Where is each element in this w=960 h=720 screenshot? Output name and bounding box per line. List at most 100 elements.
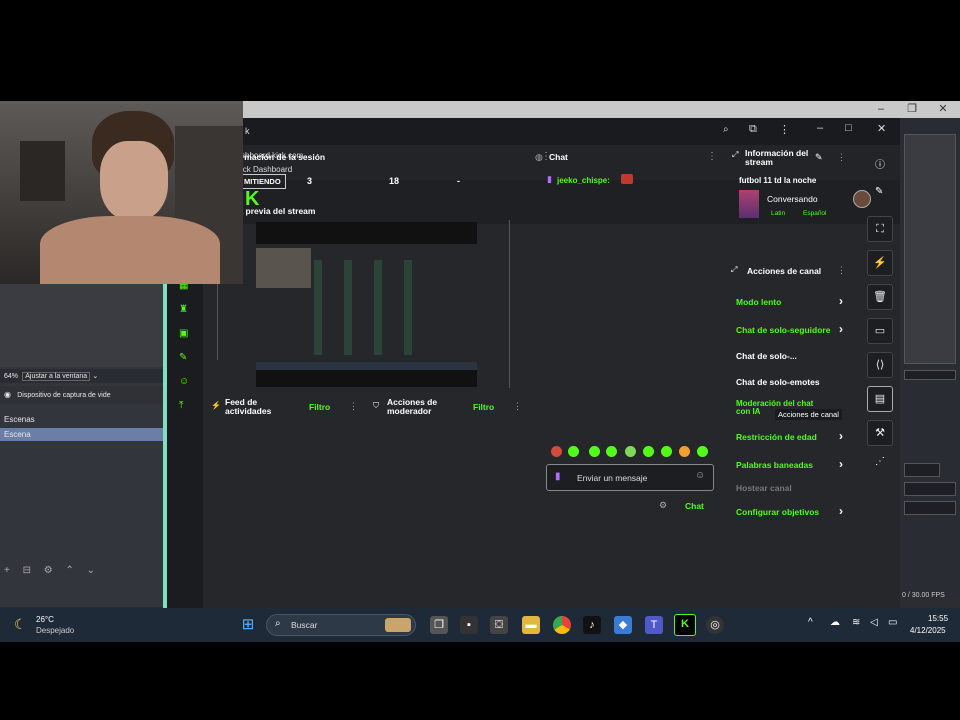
tab-title[interactable]: k — [245, 126, 250, 136]
chevron-right-icon[interactable]: › — [839, 504, 843, 518]
windows-start-icon[interactable]: ⊞ — [239, 616, 257, 634]
emote-bar[interactable] — [551, 446, 711, 458]
chevron-right-icon[interactable]: › — [839, 322, 843, 336]
message-placeholder: Enviar un mensaje — [577, 473, 648, 483]
battery-icon[interactable]: ▭ — [888, 617, 897, 628]
settings-icon[interactable]: ⚙ — [659, 500, 667, 511]
maximize-icon[interactable]: ❐ — [901, 103, 923, 116]
obs-icon[interactable]: ◎ — [706, 616, 724, 634]
search-icon[interactable]: ⌕ — [723, 124, 729, 135]
tag-latin[interactable]: Latin — [771, 210, 785, 217]
action-emotes-only[interactable]: Chat de solo-emotes — [736, 377, 820, 387]
weather-desc[interactable]: Despejado — [36, 626, 74, 635]
chat-bubble-icon: ◍ — [535, 152, 543, 162]
chevron-right-icon[interactable]: › — [839, 457, 843, 471]
shield-icon: ⛉ — [373, 401, 379, 410]
close-icon[interactable]: ✕ — [877, 122, 886, 135]
trophy-icon[interactable]: ♜ — [179, 304, 188, 315]
comment-icon[interactable]: ▭ — [867, 318, 893, 344]
category-thumbnail — [739, 190, 759, 218]
status-badge: MITIENDO — [239, 174, 286, 189]
minimize-icon[interactable]: – — [870, 103, 892, 116]
tag-espanol[interactable]: Español — [803, 210, 827, 217]
chevron-up-icon[interactable]: ^ — [808, 617, 813, 628]
camera-icon: ◉ — [4, 390, 11, 399]
action-goals[interactable]: Configurar objetivos — [736, 507, 819, 517]
file-explorer-icon[interactable]: ▬ — [522, 616, 540, 634]
moon-icon: ☾ — [14, 616, 27, 632]
scene-item[interactable]: Escena — [0, 428, 163, 441]
weather-temp[interactable]: 26°C — [36, 615, 54, 624]
more-icon[interactable]: ⋮ — [837, 152, 846, 163]
action-followers-only[interactable]: Chat de solo-seguidore — [736, 325, 830, 335]
stream-preview[interactable] — [256, 222, 477, 387]
wrench-icon[interactable]: ✎ — [179, 352, 187, 363]
obs-left-panel: 64% Ajustar a la ventana ⌄ ◉ Dispositivo… — [0, 367, 163, 607]
more-icon[interactable]: ⋮ — [349, 401, 358, 412]
chat-send-button[interactable]: Chat — [685, 501, 704, 511]
close-icon[interactable]: ✕ — [932, 103, 954, 116]
source-name[interactable]: Dispositivo de captura de vide — [17, 392, 110, 399]
action-age-restriction[interactable]: Restricción de edad — [736, 432, 817, 442]
browser-window: k ⌕ ⧉ ⋮ – □ ✕ shboard.kick.com ick Dashb… — [163, 118, 900, 608]
more-icon[interactable]: ⋮ — [707, 151, 717, 162]
wifi-icon[interactable]: ≋ — [852, 617, 860, 628]
search-input[interactable]: ⌕ Buscar — [266, 614, 416, 636]
chat-username[interactable]: jeeko_chispe: — [557, 176, 610, 185]
cloud-icon[interactable]: ☁ — [830, 617, 840, 628]
chevron-right-icon[interactable]: › — [839, 429, 843, 443]
trash-icon[interactable]: 🗑 — [867, 284, 893, 310]
tiktok-icon[interactable]: ♪ — [583, 616, 601, 634]
video-icon[interactable]: ▣ — [179, 328, 188, 339]
teams-icon[interactable]: T — [645, 616, 663, 634]
code-icon[interactable]: ⟨⟩ — [867, 352, 893, 378]
kick-app-icon[interactable]: K — [674, 614, 696, 636]
fps-label: 0 / 30.00 FPS — [902, 592, 945, 599]
fit-window-select[interactable]: Ajustar a la ventana — [22, 372, 91, 381]
pencil-icon[interactable]: ✎ — [875, 186, 883, 197]
store-icon[interactable]: ⛋ — [490, 616, 508, 634]
chevron-right-icon[interactable]: › — [839, 294, 843, 308]
volume-icon[interactable]: ◁ — [870, 617, 878, 628]
fullscreen-icon[interactable]: ⛶ — [867, 216, 893, 242]
wrench-icon[interactable]: ⚒ — [867, 420, 893, 446]
expand-icon[interactable]: ⤢ — [731, 265, 737, 275]
chrome-icon[interactable] — [553, 616, 571, 634]
taskbar: ☾ 26°C Despejado ⊞ ⌕ Buscar ❐ ▪ ⛋ ▬ ♪ ◆ … — [0, 608, 960, 642]
session-title: rmación de la sesión — [241, 152, 326, 162]
minimize-icon[interactable]: – — [817, 122, 823, 134]
users-icon[interactable]: ☺ — [179, 376, 189, 387]
action-subs-only[interactable]: Chat de solo-... — [736, 351, 797, 361]
maximize-icon[interactable]: □ — [845, 122, 852, 134]
scene-toolbar[interactable]: + ⊟ ⚙ ⌃ ⌄ — [0, 565, 163, 579]
mic-icon: ▮ — [555, 471, 561, 482]
activity-filter-button[interactable]: Filtro — [309, 402, 330, 412]
chevron-down-icon[interactable]: ⌄ — [92, 373, 98, 380]
avatar[interactable] — [853, 190, 871, 208]
stat-viewers: 3 — [307, 176, 313, 186]
more-icon[interactable]: ⋮ — [513, 401, 522, 412]
mod-filter-button[interactable]: Filtro — [473, 402, 494, 412]
action-banned-words[interactable]: Palabras baneadas — [736, 460, 813, 470]
extensions-icon[interactable]: ⧉ — [749, 123, 757, 136]
upload-icon[interactable]: ⤒ — [179, 400, 183, 411]
clock-time[interactable]: 15:55 — [928, 614, 948, 623]
widgets-icon[interactable]: ▪ — [460, 616, 478, 634]
app-icon[interactable]: ◆ — [614, 616, 632, 634]
share-icon[interactable]: ⋰ — [875, 456, 885, 467]
more-icon[interactable]: ⋮ — [779, 123, 790, 136]
info-icon[interactable]: ⓘ — [875, 156, 885, 171]
clock-date[interactable]: 4/12/2025 — [910, 626, 946, 635]
stream-category[interactable]: Conversando — [767, 194, 818, 204]
bolt-icon: ⚡ — [211, 401, 221, 410]
more-icon[interactable]: ⋮ — [837, 265, 846, 276]
message-input[interactable]: ▮ Enviar un mensaje ☺ — [546, 464, 714, 491]
edit-icon[interactable]: ✎ — [815, 152, 823, 163]
zoom-label: 64% — [4, 373, 19, 380]
bolt-icon[interactable]: ⚡ — [867, 250, 893, 276]
emoji-icon[interactable]: ☺ — [695, 470, 705, 481]
action-slow-mode[interactable]: Modo lento — [736, 297, 781, 307]
task-view-icon[interactable]: ❐ — [430, 616, 448, 634]
channel-actions-icon[interactable]: ▤ — [867, 386, 893, 412]
expand-icon[interactable]: ⤢ — [732, 150, 738, 160]
